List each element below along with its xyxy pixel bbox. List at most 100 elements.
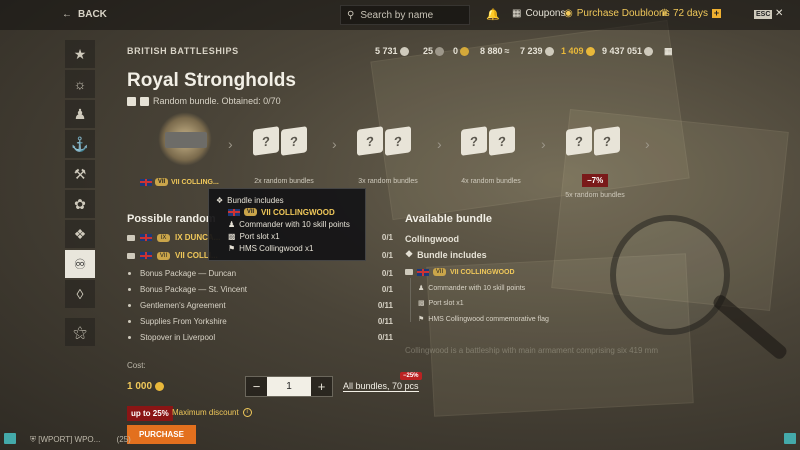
back-label: BACK bbox=[78, 9, 107, 20]
bundle-option-4x-label: 4x random bundles bbox=[461, 178, 521, 185]
clan-channel[interactable]: ⛨ [WPORT] WPO... (25) bbox=[30, 435, 131, 445]
wallet-icon[interactable]: ▦ bbox=[664, 46, 673, 57]
search-placeholder: Search by name bbox=[360, 9, 434, 21]
sidebar: ★ ☼ ♟ ⚓ ⚒ ✿ ❖ ♾ ◊ ⚝ bbox=[65, 40, 95, 348]
premium-account-button[interactable]: ♛ 72 days + bbox=[660, 8, 721, 19]
close-icon[interactable]: ✕ bbox=[775, 8, 783, 19]
bullet bbox=[128, 288, 131, 291]
increment-button[interactable]: + bbox=[311, 377, 332, 396]
doubloon-icon bbox=[155, 382, 165, 391]
ship-image bbox=[165, 132, 207, 148]
max-discount-info[interactable]: Maximum discount i bbox=[172, 408, 252, 417]
bundle-option-5x-label: 5x random bundles bbox=[565, 192, 625, 199]
bundle-option-2x[interactable]: ?? bbox=[253, 126, 309, 160]
all-bundles-discount-badge: −25% bbox=[400, 372, 422, 380]
tooltip-ship: VII VII COLLINGWOOD bbox=[216, 206, 358, 218]
uk-flag-icon bbox=[140, 252, 152, 259]
coal-resource: 25 bbox=[423, 46, 445, 56]
flag-icon: ⚑ bbox=[418, 316, 425, 323]
quantity-value[interactable]: 1 bbox=[267, 377, 311, 396]
clan-name: [WPORT] WPO... bbox=[38, 435, 101, 444]
bundle-option-2x-label: 2x random bundles bbox=[254, 178, 314, 185]
cost-amount: 1 000 bbox=[127, 381, 153, 392]
reward-count: 0/1 bbox=[381, 269, 393, 278]
magnifier-decoration bbox=[610, 215, 730, 335]
coupon-icon: ▦ bbox=[512, 8, 522, 19]
purchase-button[interactable]: PURCHASE bbox=[127, 425, 196, 444]
video-icon bbox=[127, 252, 135, 259]
bundle-tooltip: ❖ Bundle includes VII VII COLLINGWOOD ♟ Com… bbox=[208, 188, 366, 261]
credits-icon bbox=[399, 46, 409, 56]
list-item[interactable]: Gentlemen's Agreement 0/11 bbox=[127, 301, 393, 310]
die-icon: ? bbox=[594, 126, 620, 156]
plus-icon[interactable]: + bbox=[712, 9, 721, 18]
flag-icon: ⚑ bbox=[228, 243, 236, 253]
tooltip-header: ❖ Bundle includes bbox=[216, 194, 358, 206]
purchase-doubloons-button[interactable]: ◉ Purchase Doubloons bbox=[564, 8, 670, 19]
sidebar-item-signals[interactable]: ❖ bbox=[65, 220, 95, 248]
possible-rewards-title: Possible random bbox=[127, 213, 216, 225]
decrement-button[interactable]: − bbox=[246, 377, 267, 396]
free-xp-resource: 8 880 ≈ bbox=[480, 46, 509, 56]
sidebar-item-emblems[interactable]: ⚝ bbox=[65, 318, 95, 346]
commander-icon: ♟ bbox=[418, 285, 425, 292]
uk-flag-icon bbox=[228, 208, 240, 216]
wings-icon: ☼ bbox=[73, 76, 87, 92]
free-xp-value: 8 880 bbox=[480, 46, 503, 56]
reward-count: 0/11 bbox=[377, 301, 393, 310]
die-icon: ? bbox=[357, 126, 383, 156]
list-item[interactable]: Bonus Package — St. Vincent 0/1 bbox=[127, 285, 393, 294]
tier-badge: VII bbox=[157, 251, 170, 260]
purchase-doubloons-label: Purchase Doubloons bbox=[576, 8, 670, 19]
quantity-stepper[interactable]: − 1 + bbox=[245, 376, 333, 397]
available-flag-row: ⚑ HMS Collingwood commemorative flag bbox=[418, 315, 549, 324]
list-item[interactable]: Stopover in Liverpool 0/11 bbox=[127, 333, 393, 342]
esc-key-badge[interactable]: ESC bbox=[754, 10, 773, 19]
sidebar-item-bundles[interactable]: ♾ bbox=[65, 250, 95, 278]
die-icon: ? bbox=[253, 126, 279, 156]
bell-icon[interactable]: 🔔 bbox=[486, 8, 500, 21]
research-value: 7 239 bbox=[520, 46, 543, 56]
coupons-button[interactable]: ▦ Coupons bbox=[512, 8, 565, 19]
sidebar-item-commanders[interactable]: ♟ bbox=[65, 100, 95, 128]
star-icon: ★ bbox=[73, 45, 87, 62]
available-bundle-name: Collingwood bbox=[405, 234, 459, 244]
sidebar-item-containers[interactable]: ◊ bbox=[65, 280, 95, 308]
info-icon[interactable]: i bbox=[242, 408, 252, 417]
sidebar-item-premium[interactable]: ☼ bbox=[65, 70, 95, 98]
reward-name: Supplies From Yorkshire bbox=[140, 317, 227, 326]
all-bundles-link[interactable]: All bundles, 70 pcs bbox=[343, 381, 419, 392]
back-button[interactable]: ← BACK bbox=[62, 9, 107, 20]
uk-flag-icon bbox=[417, 268, 429, 276]
subtitle-text: Random bundle. Obtained: 0/70 bbox=[153, 96, 281, 106]
steel-resource: 0 bbox=[453, 46, 470, 56]
available-bundle-title: Available bundle bbox=[405, 213, 493, 225]
uk-flag-icon bbox=[140, 234, 152, 241]
credits-resource: 5 731 bbox=[375, 46, 409, 56]
search-input[interactable]: ⚲ Search by name bbox=[340, 5, 470, 25]
ship-description: Collingwood is a battleship with main ar… bbox=[405, 346, 658, 355]
cost-value: 1 000 bbox=[127, 381, 165, 392]
available-flag-text: HMS Collingwood commemorative flag bbox=[428, 315, 549, 323]
bullet bbox=[128, 272, 131, 275]
sidebar-item-upgrades[interactable]: ⚒ bbox=[65, 160, 95, 188]
notifications-icon[interactable] bbox=[784, 433, 796, 444]
bundle-option-3x[interactable]: ?? bbox=[357, 126, 413, 160]
crown-icon: ♛ bbox=[660, 8, 669, 19]
available-ship-name: VII COLLINGWOOD bbox=[450, 268, 515, 276]
reward-name: Bonus Package — St. Vincent bbox=[140, 285, 248, 294]
bundle-option-5x[interactable]: ?? bbox=[566, 126, 622, 160]
sidebar-item-ships[interactable]: ⚓ bbox=[65, 130, 95, 158]
sidebar-item-camouflages[interactable]: ✿ bbox=[65, 190, 95, 218]
shield-icon: ⛨ bbox=[30, 435, 36, 444]
page-title: Royal Strongholds bbox=[127, 70, 296, 91]
tools-icon: ⚒ bbox=[73, 165, 87, 182]
sidebar-item-featured[interactable]: ★ bbox=[65, 40, 95, 68]
list-item[interactable]: Bonus Package — Duncan 0/1 bbox=[127, 269, 393, 278]
bundle-option-4x[interactable]: ?? bbox=[461, 126, 517, 160]
chat-icon[interactable] bbox=[4, 433, 16, 444]
available-commander-row: ♟ Commander with 10 skill points bbox=[418, 284, 525, 293]
available-ship-row[interactable]: VII VII COLLINGWOOD bbox=[405, 268, 515, 276]
list-item[interactable]: Supplies From Yorkshire 0/11 bbox=[127, 317, 393, 326]
steel-value: 0 bbox=[453, 46, 459, 56]
